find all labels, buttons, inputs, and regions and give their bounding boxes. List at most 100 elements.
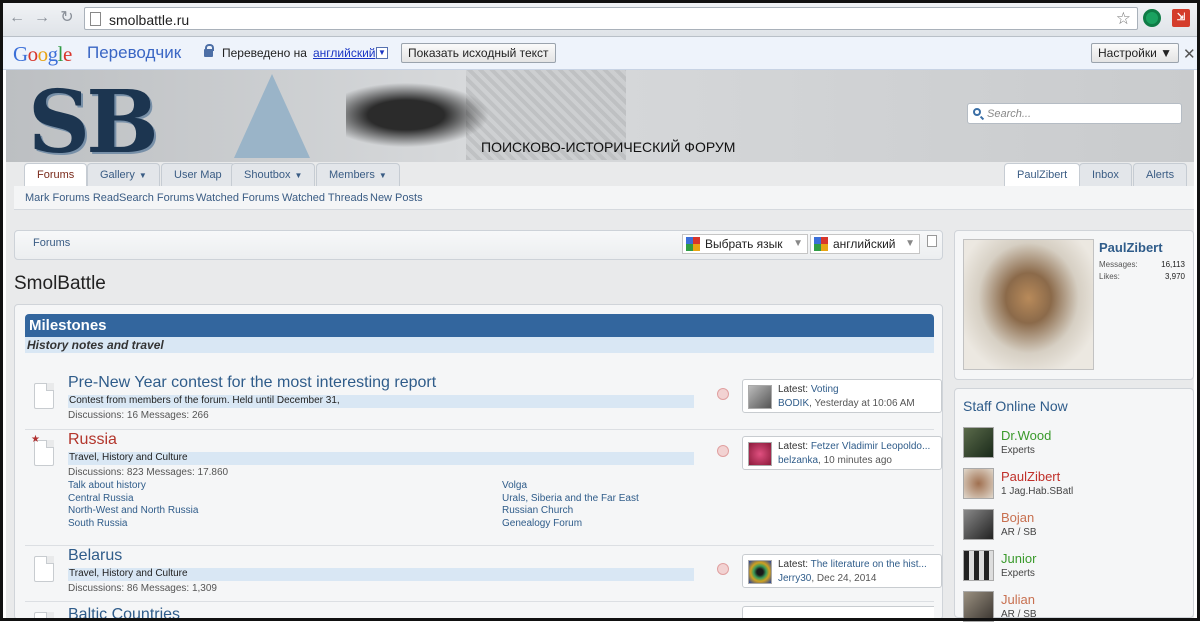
tab-alerts[interactable]: Alerts <box>1133 163 1188 186</box>
avatar[interactable] <box>748 560 772 584</box>
tab-inbox[interactable]: Inbox <box>1079 163 1132 186</box>
latest-post <box>742 606 934 621</box>
tab-alerts-label: Alerts <box>1146 169 1175 181</box>
language-dropdown[interactable]: английский ▼ <box>810 234 920 254</box>
show-original-button[interactable]: Показать исходный текст <box>401 43 556 63</box>
search-input[interactable]: Search... <box>967 103 1182 124</box>
tab-shoutbox[interactable]: Shoutbox ▼ <box>231 163 316 186</box>
staff-name[interactable]: Bojan <box>1001 510 1034 525</box>
forum-title[interactable]: Russia <box>68 431 117 449</box>
avatar[interactable] <box>748 385 772 409</box>
extension-pdf-icon[interactable]: ⇲ <box>1172 9 1190 27</box>
latest-post: Latest: Voting BODIK, Yesterday at 10:06… <box>742 379 942 413</box>
avatar[interactable] <box>963 427 994 458</box>
watched-forums-link[interactable]: Watched Forums <box>196 192 279 204</box>
latest-thread-link[interactable]: Voting <box>811 384 839 395</box>
page-title: SmolBattle <box>14 273 106 294</box>
avatar[interactable] <box>963 509 994 540</box>
sub-navigation: Mark Forums Read Search Forums Watched F… <box>14 186 1194 210</box>
extension-green-icon[interactable] <box>1143 9 1161 27</box>
reload-icon[interactable]: ↻ <box>58 9 76 27</box>
language-label: английский <box>833 237 896 251</box>
tab-members[interactable]: Members ▼ <box>316 163 400 186</box>
chevron-down-icon: ▼ <box>138 171 147 180</box>
avatar[interactable] <box>963 550 994 581</box>
staff-member[interactable]: PaulZibert 1 Jag.Hab.SBatl <box>963 468 1188 502</box>
forward-arrow-icon[interactable]: → <box>33 9 51 27</box>
avatar[interactable] <box>963 591 994 622</box>
avatar[interactable] <box>963 468 994 499</box>
staff-name[interactable]: Dr.Wood <box>1001 428 1051 443</box>
staff-online-panel: Staff Online Now Dr.Wood Experts PaulZib… <box>954 388 1194 622</box>
subforum-link[interactable]: Volga <box>502 480 527 491</box>
select-language-dropdown[interactable]: Выбрать язык ▼ <box>682 234 808 254</box>
target-language-link[interactable]: английский <box>313 46 375 60</box>
language-dropdown-icon[interactable]: ▼ <box>376 47 388 59</box>
new-posts-link[interactable]: New Posts <box>370 192 423 204</box>
category-title[interactable]: Milestones <box>25 314 934 337</box>
subforum-link[interactable]: South Russia <box>68 518 127 529</box>
latest-user-link[interactable]: belzanka <box>778 455 818 466</box>
subforum-link[interactable]: Central Russia <box>68 493 134 504</box>
star-icon: ★ <box>31 434 40 445</box>
latest-thread-link[interactable]: Fetzer Vladimir Leopoldo... <box>811 441 931 452</box>
eagle-image <box>346 80 496 150</box>
dropdown-arrow-icon: ▼ <box>905 238 915 249</box>
rss-icon[interactable] <box>717 388 729 400</box>
staff-member[interactable]: Junior Experts <box>963 550 1188 584</box>
subforum-link[interactable]: Genealogy Forum <box>502 518 582 529</box>
forum-title[interactable]: Pre-New Year contest for the most intere… <box>68 374 436 392</box>
subforum-link[interactable]: Russian Church <box>502 505 573 516</box>
messages-label: Messages: <box>1099 260 1138 269</box>
staff-member[interactable]: Bojan AR / SB <box>963 509 1188 543</box>
site-header: SB ПОИСКОВО-ИСТОРИЧЕСКИЙ ФОРУМ Search... <box>6 70 1194 162</box>
latest-user-link[interactable]: Jerry30 <box>778 573 811 584</box>
staff-name[interactable]: Julian <box>1001 592 1035 607</box>
tab-user-map[interactable]: User Map <box>161 163 235 186</box>
watched-threads-link[interactable]: Watched Threads <box>282 192 368 204</box>
breadcrumb: Forums Выбрать язык ▼ английский ▼ <box>14 230 943 260</box>
forum-description: Contest from members of the forum. Held … <box>68 395 694 408</box>
settings-button[interactable]: Настройки ▼ <box>1091 43 1180 63</box>
page-icon[interactable] <box>927 235 937 247</box>
forum-title[interactable]: Belarus <box>68 547 122 565</box>
latest-thread-link[interactable]: The literature on the hist... <box>811 559 927 570</box>
subforum-link[interactable]: Talk about history <box>68 480 146 491</box>
staff-member[interactable]: Dr.Wood Experts <box>963 427 1188 461</box>
rss-icon[interactable] <box>717 563 729 575</box>
mark-forums-read-link[interactable]: Mark Forums Read <box>25 192 119 204</box>
staff-name[interactable]: Junior <box>1001 551 1036 566</box>
staff-name[interactable]: PaulZibert <box>1001 469 1060 484</box>
user-avatar[interactable] <box>963 239 1094 370</box>
latest-time: , Dec 24, 2014 <box>811 573 877 584</box>
translator-title: Переводчик <box>87 43 182 62</box>
forum-title[interactable]: Baltic Countries <box>68 606 180 621</box>
subforum-link[interactable]: Urals, Siberia and the Far East <box>502 493 639 504</box>
forum-read-icon <box>34 383 54 409</box>
latest-user-link[interactable]: BODIK <box>778 398 809 409</box>
likes-label: Likes: <box>1099 272 1120 281</box>
messages-stat: Messages: 16,113 <box>1099 260 1185 269</box>
avatar[interactable] <box>748 442 772 466</box>
close-icon[interactable]: ✕ <box>1183 45 1196 63</box>
tab-user-account[interactable]: PaulZibert <box>1004 163 1081 186</box>
bookmark-star-icon[interactable]: ☆ <box>1116 9 1131 29</box>
breadcrumb-forums[interactable]: Forums <box>33 237 70 249</box>
back-arrow-icon[interactable]: ← <box>8 9 26 27</box>
tab-inbox-label: Inbox <box>1092 169 1119 181</box>
main-tabs: Forums Gallery ▼ User Map Shoutbox ▼ Membe… <box>6 162 1194 186</box>
site-logo[interactable]: SB <box>28 72 159 162</box>
visitor-name[interactable]: PaulZibert <box>1099 240 1163 255</box>
tab-forums[interactable]: Forums <box>24 163 88 186</box>
rss-icon[interactable] <box>717 445 729 457</box>
staff-member[interactable]: Julian AR / SB <box>963 591 1188 625</box>
tab-gallery[interactable]: Gallery ▼ <box>87 163 160 186</box>
latest-post: Latest: The literature on the hist... Je… <box>742 554 942 588</box>
subforum-link[interactable]: North-West and North Russia <box>68 505 198 516</box>
address-bar[interactable]: smolbattle.ru ☆ <box>84 7 1138 30</box>
tab-gallery-label: Gallery <box>100 169 135 181</box>
search-forums-link[interactable]: Search Forums <box>119 192 194 204</box>
forum-stats: Discussions: 823 Messages: 17.860 <box>68 467 229 478</box>
staff-role: Experts <box>1001 445 1035 456</box>
forum-read-icon <box>34 612 54 621</box>
